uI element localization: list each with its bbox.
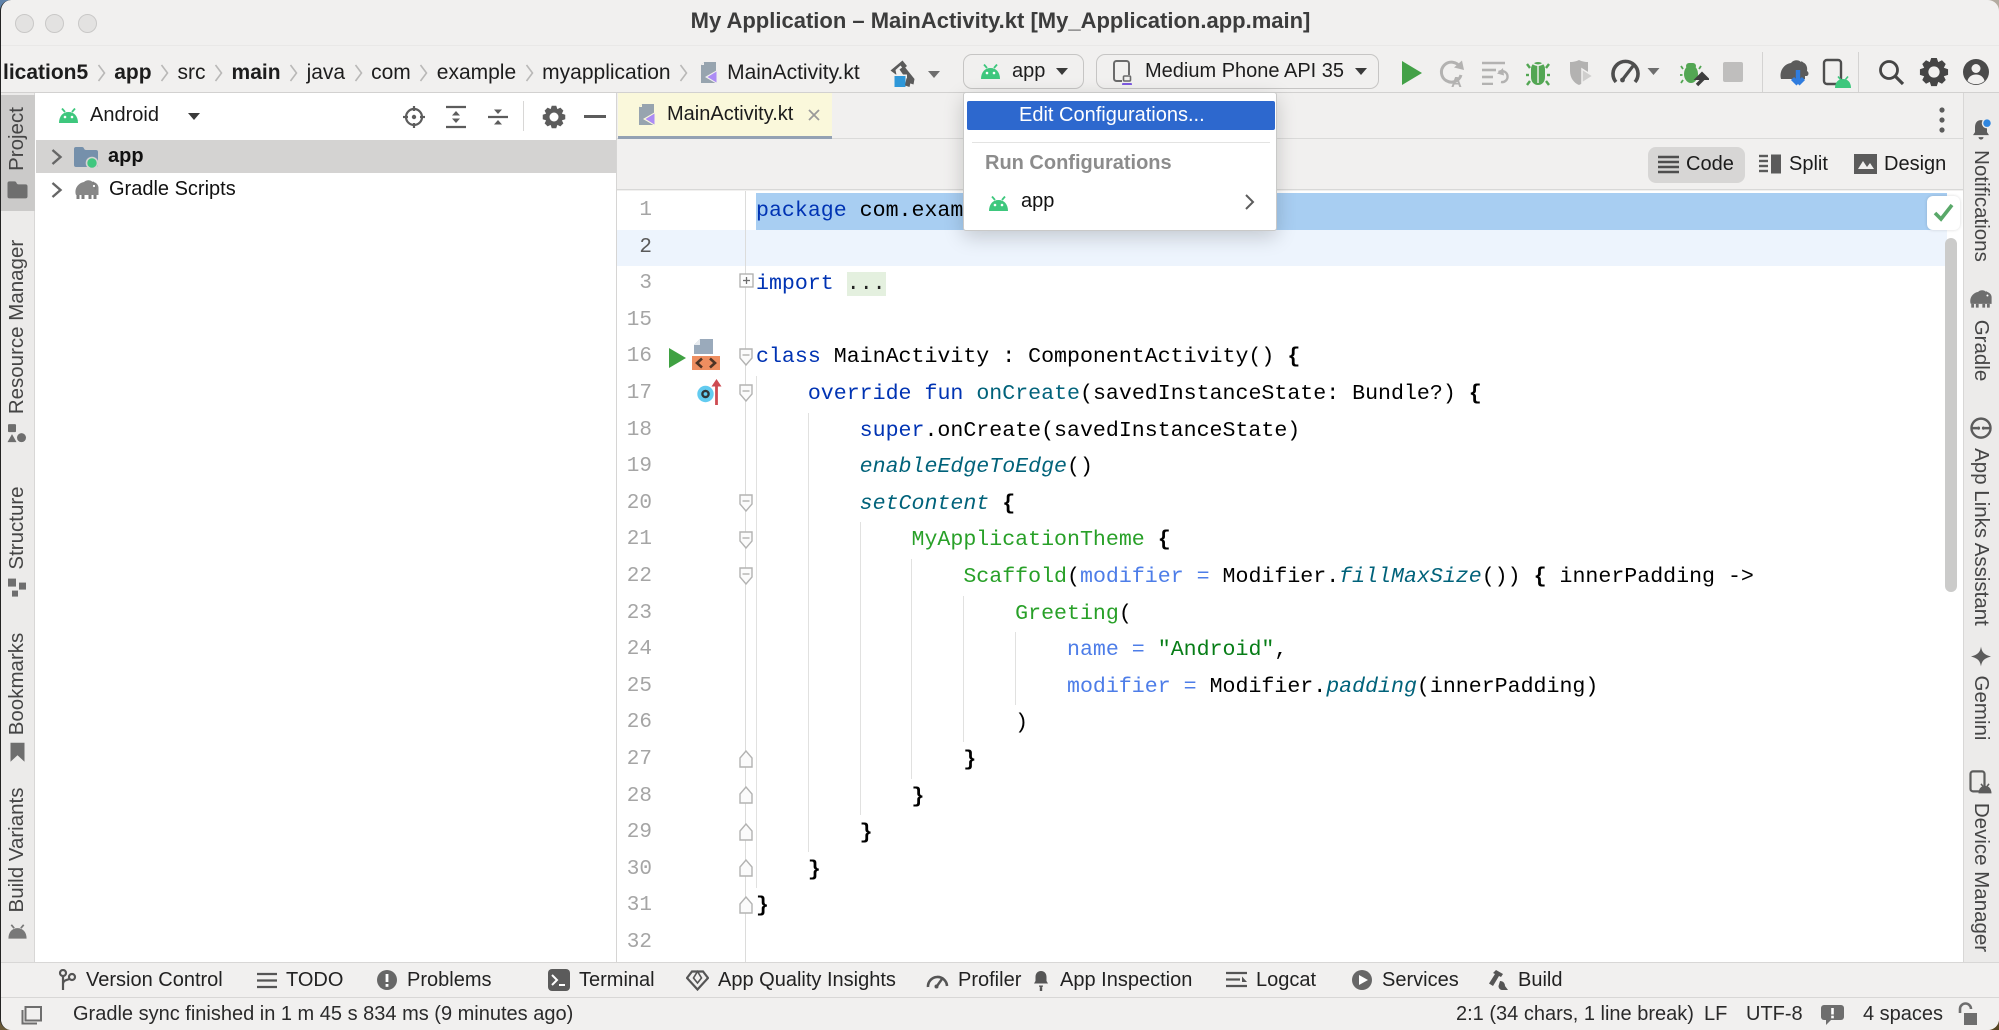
svg-text:A: A [1451,74,1462,87]
